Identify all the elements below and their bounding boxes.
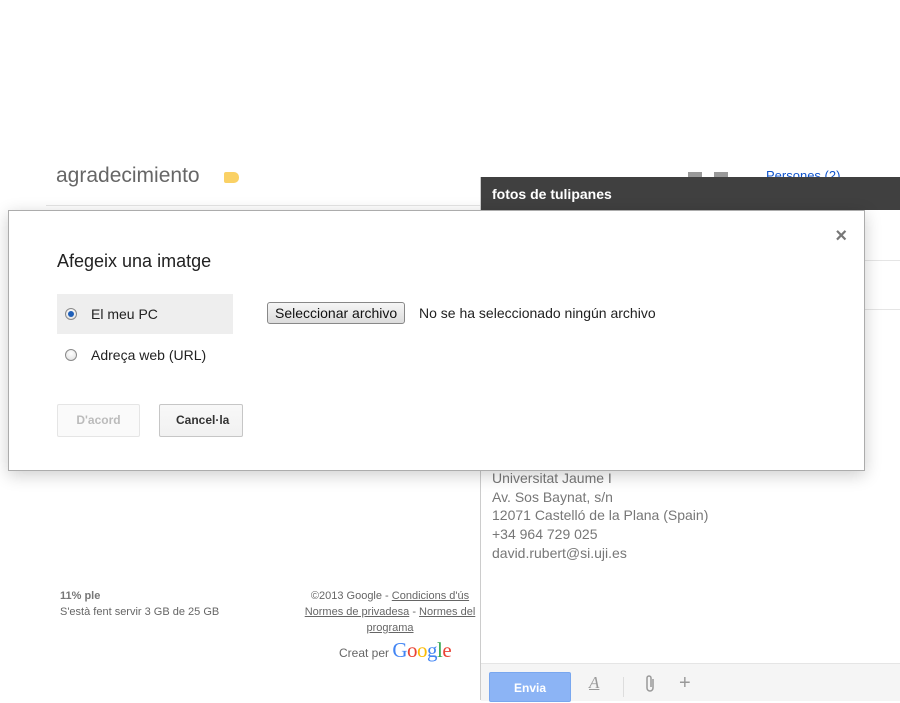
- label-tag-icon[interactable]: [224, 172, 239, 183]
- radio-web-url[interactable]: [65, 349, 77, 361]
- more-options-icon[interactable]: +: [679, 673, 691, 693]
- signature-line: Universitat Jaume I: [492, 470, 612, 486]
- email-signature: Universitat Jaume I Av. Sos Baynat, s/n …: [492, 469, 708, 563]
- google-logo: Google: [392, 638, 452, 662]
- radio-my-pc[interactable]: [65, 308, 77, 320]
- toolbar-divider: [623, 677, 624, 697]
- compose-toolbar: Envia A +: [481, 663, 900, 702]
- storage-info: 11% ple S'està fent servir 3 GB de 25 GB: [60, 588, 219, 620]
- file-status-text: No se ha seleccionado ningún archivo: [419, 305, 656, 321]
- divider: [46, 205, 480, 206]
- signature-line: 12071 Castelló de la Plana (Spain): [492, 507, 709, 524]
- close-icon[interactable]: ×: [835, 225, 847, 248]
- signature-line: Av. Sos Baynat, s/n: [492, 488, 613, 505]
- privacy-link[interactable]: Normes de privadesa: [305, 606, 410, 618]
- dialog-title: Afegeix una imatge: [57, 251, 212, 271]
- created-by-label: Creat per: [339, 646, 390, 660]
- footer-separator: -: [409, 606, 420, 618]
- compose-title[interactable]: fotos de tulipanes: [481, 177, 900, 210]
- formatting-icon[interactable]: A: [589, 673, 599, 693]
- choose-file-button[interactable]: Seleccionar archivo: [267, 302, 406, 324]
- footer-links: ©2013 Google - Condicions d'ús Normes de…: [300, 588, 480, 636]
- ok-button[interactable]: D'acord: [57, 404, 140, 437]
- copyright-text: ©2013 Google -: [310, 590, 392, 602]
- created-by: Creat per Google: [339, 638, 452, 663]
- terms-link[interactable]: Condicions d'ús: [392, 590, 469, 602]
- option-my-pc[interactable]: El meu PC: [57, 294, 233, 334]
- signature-line: +34 964 729 025: [492, 526, 598, 543]
- storage-detail: S'està fent servir 3 GB de 25 GB: [60, 606, 220, 618]
- cancel-button[interactable]: Cancel·la: [159, 404, 243, 437]
- storage-percent: 11% ple: [60, 590, 101, 602]
- send-button[interactable]: Envia: [489, 672, 571, 702]
- option-label: El meu PC: [91, 306, 158, 322]
- option-label: Adreça web (URL): [91, 347, 207, 363]
- attach-icon[interactable]: [644, 674, 656, 698]
- signature-line: david.rubert@si.uji.es: [492, 544, 627, 561]
- insert-image-dialog: Afegeix una imatge × El meu PC Adreça we…: [8, 210, 865, 471]
- option-web-url[interactable]: Adreça web (URL): [57, 335, 233, 375]
- thread-subject: agradecimiento: [56, 164, 200, 187]
